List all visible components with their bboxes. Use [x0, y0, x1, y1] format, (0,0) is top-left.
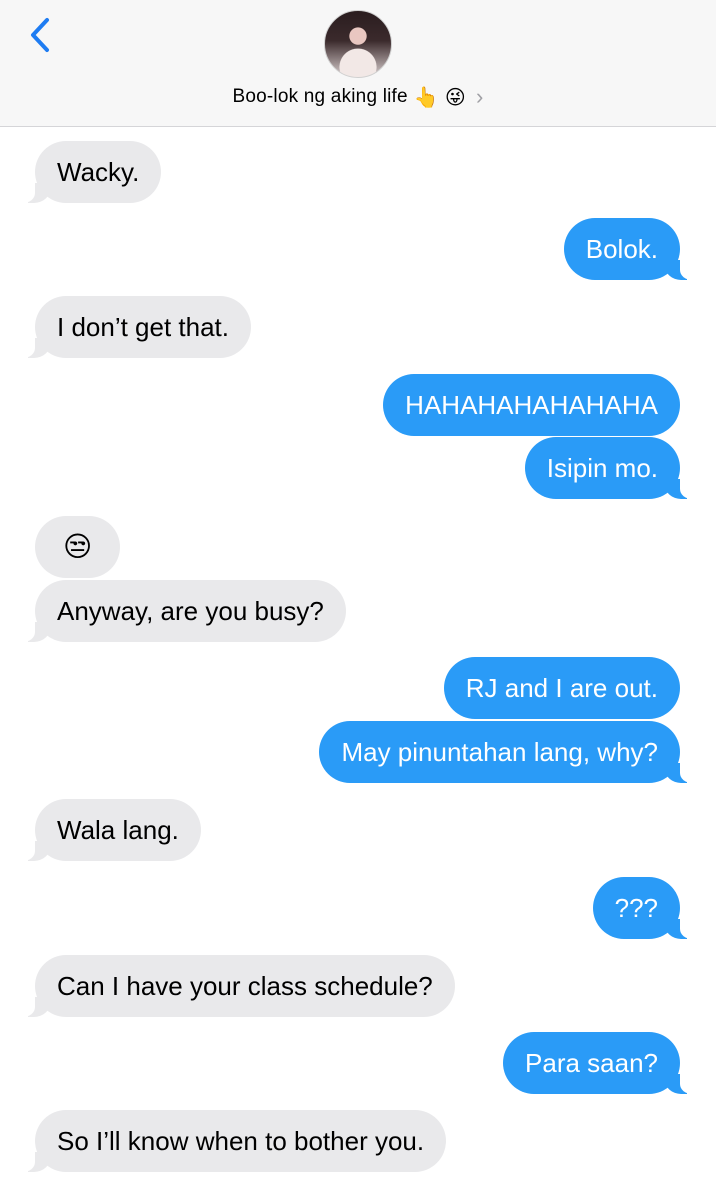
incoming-message[interactable]: Wala lang. [23, 799, 201, 861]
incoming-message[interactable]: So I’ll know when to bother you. [22, 1110, 447, 1172]
chevron-right-icon: › [475, 84, 484, 109]
outgoing-message[interactable]: Bolok. [563, 218, 693, 280]
conversation-header: Boo-lok ng aking life 👆 😜 › [0, 0, 716, 127]
contact-avatar[interactable] [324, 10, 392, 78]
incoming-message[interactable]: Wacky. [22, 141, 162, 203]
unamused-emoji: 😒 [63, 530, 93, 563]
incoming-message[interactable]: 😒 [35, 516, 121, 578]
outgoing-message[interactable]: Isipin mo. [524, 437, 693, 499]
incoming-message[interactable]: Anyway, are you busy? [23, 580, 346, 642]
outgoing-message[interactable]: HAHAHAHAHAHAHA [383, 374, 680, 436]
outgoing-message[interactable]: ??? [592, 877, 693, 939]
contact-name: Boo-lok ng aking life [232, 86, 408, 107]
incoming-message[interactable]: Can I have your class schedule? [23, 955, 455, 1017]
outgoing-message[interactable]: May pinuntahan lang, why? [319, 721, 692, 783]
outgoing-message[interactable]: Para saan? [503, 1032, 692, 1094]
back-button[interactable] [20, 12, 60, 58]
incoming-message[interactable]: I don’t get that. [22, 296, 252, 358]
winking-tongue-emoji: 😜 [444, 85, 466, 109]
chevron-left-icon [31, 18, 49, 52]
pointing-up-emoji: 👆 [413, 85, 439, 109]
contact-name-button[interactable]: Boo-lok ng aking life 👆 😜 › [0, 82, 716, 112]
outgoing-message[interactable]: RJ and I are out. [443, 657, 680, 719]
